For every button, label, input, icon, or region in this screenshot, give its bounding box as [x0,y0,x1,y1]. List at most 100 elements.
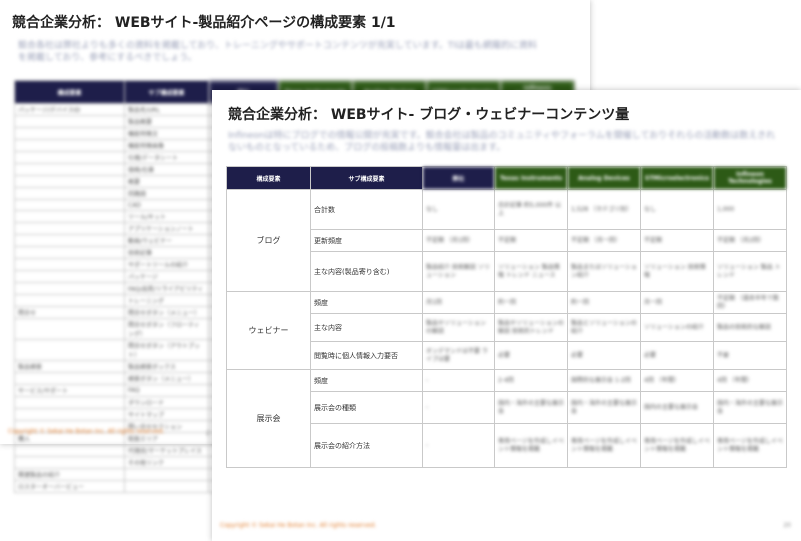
sub-cell: サイトマップ [124,408,209,421]
group-cell [14,187,125,200]
sub-cell: 展示会の紹介方法 [310,423,423,468]
sub-cell: CAD [124,199,209,211]
value-cell: 4回 （年間） [713,369,787,392]
sub-cell: 頻度 [310,369,423,392]
group-cell [14,246,125,259]
group-cell [14,396,125,409]
value-cell: 4回 （年間） [640,369,714,392]
group-cell [14,444,125,457]
sub-cell [124,480,209,493]
group-cell [14,372,125,385]
group-cell [14,163,125,176]
value-cell: ソリューションの紹介 [640,313,714,342]
value-cell: - [422,369,495,392]
group-cell: 関連製品の紹介 [14,468,125,481]
front-table-header-cell: 構成要素 [226,166,311,190]
sub-cell: 技術記事 [124,246,209,259]
value-cell: 約一回 [494,291,568,314]
back-slide-page-number: 2 [206,430,210,437]
front-table-header-cell: サブ構成要素 [310,166,423,190]
sub-cell: 価格/在庫 [124,163,209,176]
group-cell [14,339,125,361]
sub-cell: 代理店/マーケットプレイス [124,444,209,457]
sub-cell: 閲覧時に個人情報入力要否 [310,341,423,370]
value-cell: なし [640,189,714,230]
sub-cell [124,468,209,481]
value-cell: ソリューション 製品情報 トレンド ニュース [494,251,568,292]
sub-cell: ツール/キット [124,210,209,223]
sub-cell: 仕様/データシート [124,151,209,164]
back-slide-footer: Copyright © Sekai He Botan Inc. All righ… [8,428,165,435]
group-cell: パッケージ/デバイスID [14,103,125,116]
table-row: ブログ 合計数 なし 合計記事 約5,000件 以上 1,528 （カテゴリ別） なし 1,… [226,189,787,292]
group-cell [14,234,125,247]
value-cell: 必要 [494,341,568,370]
value-cell: 必要 [640,341,714,370]
sub-cell: アプリケーションノート [124,222,209,235]
value-cell: 専用ページを作成しイベント情報を掲載 [494,423,568,468]
group-cell: ロスターオーバービュー [14,480,125,493]
sub-cell: 展示会の種類 [310,391,423,424]
front-table-header-cell: Texas Instruments [494,166,568,190]
value-cell: - [422,391,495,424]
sub-cell: 頻度 [310,291,423,314]
value-cell: 不要 [713,341,787,370]
front-table-header-cell: Analog Devices [567,166,641,190]
group-cell [14,318,125,340]
value-cell: 月一回 [640,291,714,314]
value-cell: 国内・海外の主要な展示会 [494,391,568,424]
front-slide-page-number: 20 [783,522,791,529]
table-row: 展示会の紹介方法 - 専用ページを作成しイベント情報を掲載 専用ページを作成しイベント… [227,423,787,468]
group-cell [14,115,125,128]
value-cell: 専用ページを作成しイベント情報を掲載 [567,423,641,468]
front-slide-footer: Copyright © Sekai He Botan Inc. All righ… [220,522,377,529]
table-row: 展示会 頻度 -2-4回 国際的な展示会 1-2回 4回 （年間） 4回 （年間） [226,369,787,468]
group-cell [14,258,125,271]
group-cell [14,408,125,421]
table-row: ウェビナー 頻度 月1回 約一回 約一回 月一回 不定期 （過去半年で数回） [226,291,787,370]
value-cell: 不定期 （月1回） [422,229,495,252]
front-table-header-cell: Infineon Technologies [713,166,787,190]
front-slide-table: 構成要素 サブ構成要素 弊社 Texas Instruments Analog Devi… [226,166,787,468]
value-cell: 製品とソリューションの紹介 [567,313,641,342]
front-slide: 競合企業分析： WEBサイト- ブログ・ウェビナーコンテンツ量 Infineon… [212,90,801,541]
value-cell: 約一回 [567,291,641,314]
group-cell [14,294,125,307]
value-cell: 月1回 [422,291,495,314]
group-cell [14,151,125,164]
sub-cell: サポートツールの紹介 [124,258,209,271]
sub-cell: ダウンロード [124,396,209,409]
sub-cell: 合計数 [310,189,423,230]
value-cell: ソリューション 製品 トレンド [713,251,787,292]
front-slide-description: Infineonは特にブログでの情報公開が充実です。競合会社は製品のコミュニティ… [228,131,775,153]
value-cell: 製品の技術的な解説 [713,313,787,342]
sub-cell: 製品検索ボックス [124,360,209,373]
front-table-header-cell: 弊社 [422,166,495,190]
table-row: 主な内容(製品寄り含む) 製品紹介 技術解説 ソリューション ソリューション 製品情… [227,251,787,292]
group-cell: 製品検索 [14,360,125,373]
value-cell: 専用ページを作成しイベント情報を掲載 [713,423,787,468]
value-cell: 不定期 （月2回） [713,229,787,252]
sub-cell: 製品名/URL [124,103,209,116]
back-table-header-cell: 構成要素 [14,80,125,104]
sub-cell: 概要 [124,175,209,188]
front-slide-title: 競合企業分析： WEBサイト- ブログ・ウェビナーコンテンツ量 [228,107,630,123]
value-cell: 合計記事 約5,000件 以上 [494,189,568,230]
value-cell: 不定期 （月一回） [567,229,641,252]
group-cell [14,270,125,283]
table-row: 主な内容 製品やソリューションの解説 製品やソリューションの解説 技術的トレンド 製品… [227,313,787,342]
sub-cell: FAQ [124,384,209,397]
value-cell: 国内・海外の主要な展示会 [713,391,787,424]
value-cell: 製品やソリューションの解説 [422,313,495,342]
value-cell: ソリューション 技術情報 [640,251,714,292]
value-cell: 国際的な展示会 1-2回 [567,369,641,392]
value-cell: 不定期 （過去半年で数回） [713,291,787,314]
back-table-header-cell: サブ構成要素 [124,80,209,104]
sub-cell: 動画/ウェビナー [124,234,209,247]
group-cell: ウェビナー [226,291,311,370]
group-cell: 展示会 [226,369,311,468]
group-cell: サービス/サポート [14,384,125,397]
sub-cell: パッケージ [124,270,209,283]
value-cell: 不定期 [494,229,568,252]
group-cell [14,210,125,223]
